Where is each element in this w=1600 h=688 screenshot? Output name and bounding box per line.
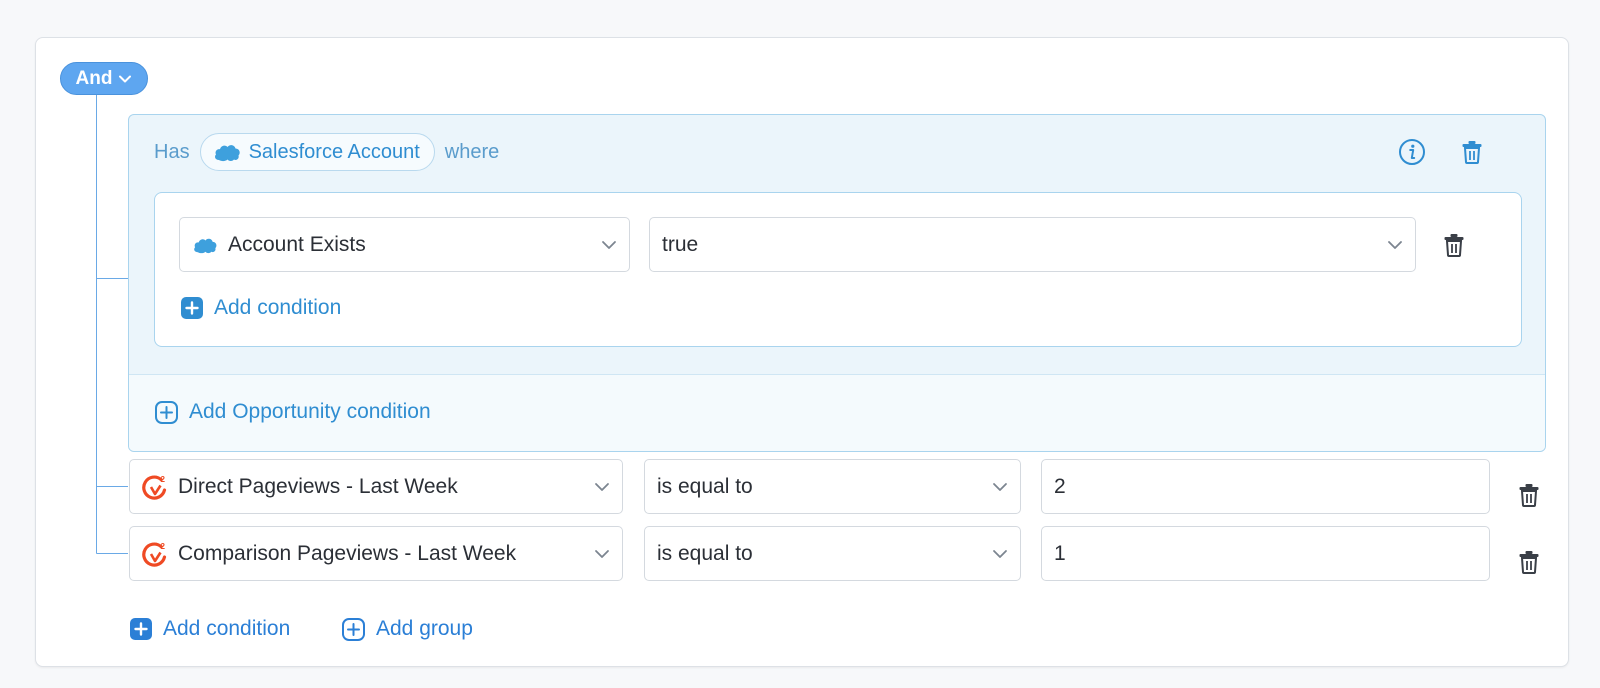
object-label: Salesforce Account xyxy=(248,140,420,163)
group-footer: Add Opportunity condition xyxy=(129,374,1545,451)
delete-condition-button[interactable] xyxy=(1514,480,1544,510)
delete-condition-button[interactable] xyxy=(1514,547,1544,577)
field-select[interactable]: 2 Direct Pageviews - Last Week xyxy=(129,459,623,514)
operator-label: is equal to xyxy=(657,474,753,498)
info-icon xyxy=(1399,139,1425,165)
add-opportunity-condition-label: Add Opportunity condition xyxy=(189,400,431,423)
field-select[interactable]: 2 Comparison Pageviews - Last Week xyxy=(129,526,623,581)
add-condition-button[interactable]: Add condition xyxy=(130,617,290,641)
value-select[interactable]: true xyxy=(649,217,1416,272)
add-group-label: Add group xyxy=(376,617,473,640)
and-operator-dropdown[interactable]: And xyxy=(60,62,148,95)
chevron-down-icon xyxy=(993,550,1007,558)
trash-icon xyxy=(1519,484,1539,507)
value-text: 2 xyxy=(1054,474,1066,498)
plus-icon xyxy=(181,297,203,319)
value-text: 1 xyxy=(1054,541,1066,565)
trash-icon xyxy=(1519,551,1539,574)
chevron-down-icon xyxy=(595,550,609,558)
add-condition-label: Add condition xyxy=(163,617,291,640)
and-operator-label: And xyxy=(75,67,113,89)
add-group-button[interactable]: Add group xyxy=(342,617,473,641)
operator-select[interactable]: is equal to xyxy=(644,459,1021,514)
salesforce-cloud-icon xyxy=(192,236,218,254)
field-label: Direct Pageviews - Last Week xyxy=(178,474,458,498)
chevron-down-icon xyxy=(602,241,616,249)
g2-logo-icon: 2 xyxy=(142,474,168,500)
delete-condition-button[interactable] xyxy=(1439,230,1469,260)
plus-icon xyxy=(342,617,365,641)
g2-logo-icon: 2 xyxy=(142,541,168,567)
where-label: where xyxy=(444,140,500,163)
value-input[interactable]: 2 xyxy=(1041,459,1490,514)
chevron-down-icon xyxy=(1388,241,1402,249)
has-label: Has xyxy=(154,140,190,163)
field-select[interactable]: Account Exists xyxy=(179,217,630,272)
chevron-down-icon xyxy=(993,483,1007,491)
info-button[interactable] xyxy=(1397,137,1427,167)
operator-select[interactable]: is equal to xyxy=(644,526,1021,581)
operator-label: is equal to xyxy=(657,541,753,565)
salesforce-cloud-icon xyxy=(214,145,240,162)
chevron-down-icon xyxy=(119,75,132,82)
add-condition-label: Add condition xyxy=(214,296,342,319)
plus-icon xyxy=(155,400,178,424)
tree-connector-row-1 xyxy=(96,486,128,487)
plus-icon xyxy=(130,618,152,640)
tree-connector-row-2 xyxy=(96,553,128,554)
add-condition-button[interactable]: Add condition xyxy=(181,296,341,320)
svg-text:2: 2 xyxy=(161,542,166,551)
group-header: Has Salesforce Account where xyxy=(154,133,499,171)
group-conditions-box: Account Exists true Add condition xyxy=(154,192,1522,347)
tree-connector-group xyxy=(96,278,128,279)
value-label: true xyxy=(662,232,699,256)
field-label: Comparison Pageviews - Last Week xyxy=(178,541,517,565)
trash-icon xyxy=(1462,141,1482,164)
add-opportunity-condition-button[interactable]: Add Opportunity condition xyxy=(155,400,431,424)
delete-group-button[interactable] xyxy=(1457,137,1487,167)
tree-connector-vertical xyxy=(96,94,97,553)
value-input[interactable]: 1 xyxy=(1041,526,1490,581)
trash-icon xyxy=(1444,234,1464,257)
chevron-down-icon xyxy=(595,483,609,491)
field-label: Account Exists xyxy=(228,232,366,256)
svg-text:2: 2 xyxy=(161,475,166,484)
object-selector[interactable]: Salesforce Account xyxy=(199,133,435,171)
salesforce-account-group: Has Salesforce Account where Account Exi… xyxy=(128,114,1546,452)
